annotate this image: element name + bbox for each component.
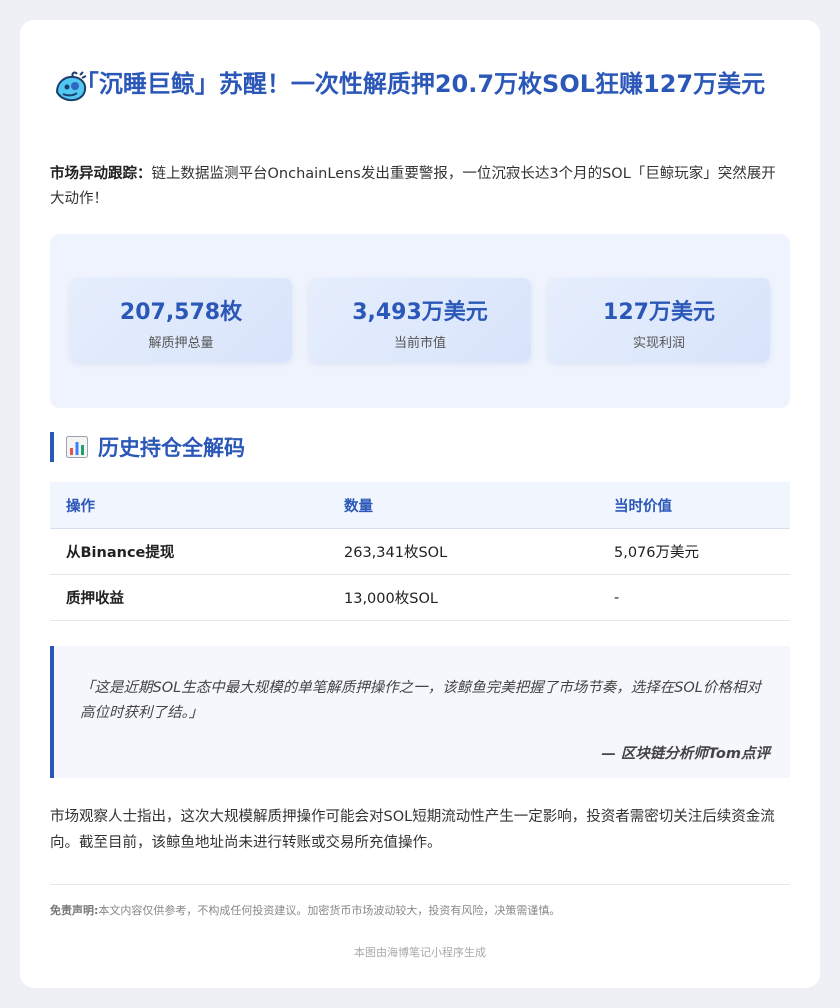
- stat-card-profit: 127万美元 实现利润: [548, 278, 770, 362]
- stat-label: 解质押总量: [148, 336, 214, 351]
- section-heading: 历史持仓全解码: [50, 432, 245, 462]
- bar-chart-icon: [66, 436, 88, 458]
- disclaimer-label: 免责声明:: [50, 904, 99, 917]
- table-header-row: 操作 数量 当时价值: [50, 482, 790, 529]
- table-cell: 5,076万美元: [598, 528, 790, 575]
- column-header-amount: 数量: [328, 482, 598, 529]
- stat-label: 实现利润: [632, 336, 685, 351]
- disclaimer: 免责声明:本文内容仅供参考，不构成任何投资建议。加密货币市场波动较大，投资有风险…: [50, 902, 790, 918]
- column-header-value: 当时价值: [598, 482, 790, 529]
- table-row: 从Binance提现 263,341枚SOL 5,076万美元: [50, 528, 790, 575]
- page-title: 「沉睡巨鲸」苏醒！一次性解质押20.7万枚SOL狂赚127万美元: [74, 70, 766, 98]
- intro-text: 链上数据监测平台OnchainLens发出重要警报，一位沉寂长达3个月的SOL「…: [50, 166, 776, 207]
- analyst-quote: 「这是近期SOL生态中最大规模的单笔解质押操作之一，该鲸鱼完美把握了市场节奏，选…: [50, 646, 790, 778]
- stat-card-unstaked: 207,578枚 解质押总量: [70, 278, 292, 362]
- column-header-operation: 操作: [50, 482, 328, 529]
- divider: [50, 884, 790, 885]
- stat-value: 127万美元: [603, 300, 715, 325]
- table-row: 质押收益 13,000枚SOL -: [50, 574, 790, 621]
- quote-author: — 区块链分析师Tom点评: [601, 746, 770, 762]
- table-cell: -: [598, 574, 790, 621]
- body-paragraph: 市场观察人士指出，这次大规模解质押操作可能会对SOL短期流动性产生一定影响，投资…: [50, 809, 775, 851]
- disclaimer-text: 本文内容仅供参考，不构成任何投资建议。加密货币市场波动较大，投资有风险，决策需谨…: [98, 904, 561, 917]
- footer-note: 本图由海博笔记小程序生成: [354, 946, 486, 959]
- table-cell: 从Binance提现: [50, 528, 328, 575]
- whale-icon: [55, 71, 87, 102]
- table-cell: 13,000枚SOL: [328, 574, 598, 621]
- stats-panel: 207,578枚 解质押总量 3,493万美元 当前市值 127万美元 实现利润: [50, 234, 790, 408]
- section-title: 历史持仓全解码: [98, 436, 245, 460]
- intro-paragraph: 市场异动跟踪：链上数据监测平台OnchainLens发出重要警报，一位沉寂长达3…: [50, 162, 790, 212]
- stat-card-market-value: 3,493万美元 当前市值: [309, 278, 531, 362]
- title-row: 「沉睡巨鲸」苏醒！一次性解质押20.7万枚SOL狂赚127万美元: [50, 66, 790, 102]
- table-cell: 263,341枚SOL: [328, 528, 598, 575]
- table-cell: 质押收益: [50, 574, 328, 621]
- stat-value: 3,493万美元: [352, 300, 488, 325]
- stat-value: 207,578枚: [119, 300, 243, 325]
- holdings-table: 操作 数量 当时价值 从Binance提现 263,341枚SOL 5,076万…: [50, 482, 790, 621]
- quote-text: 「这是近期SOL生态中最大规模的单笔解质押操作之一，该鲸鱼完美把握了市场节奏，选…: [80, 680, 761, 721]
- stat-label: 当前市值: [393, 336, 446, 351]
- intro-label: 市场异动跟踪：: [50, 166, 152, 182]
- article-card: 「沉睡巨鲸」苏醒！一次性解质押20.7万枚SOL狂赚127万美元 市场异动跟踪：…: [20, 20, 820, 988]
